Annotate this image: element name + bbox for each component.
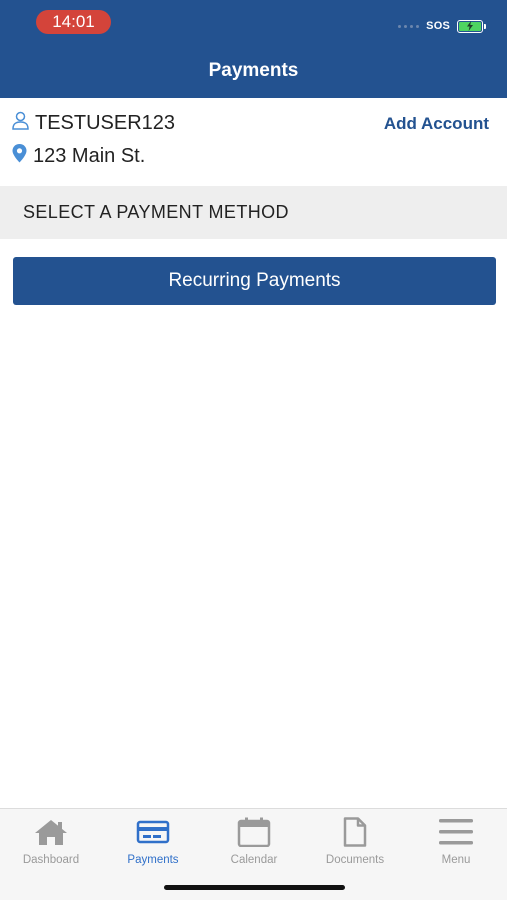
tab-payments[interactable]: Payments	[103, 815, 203, 875]
battery-icon	[457, 19, 486, 33]
app-header: 14:01 SOS Payments	[0, 0, 507, 98]
home-indicator[interactable]	[164, 885, 345, 890]
tab-label: Dashboard	[22, 854, 80, 866]
tab-calendar[interactable]: Calendar	[204, 815, 304, 875]
tab-label: Payments	[127, 854, 179, 866]
payment-method-section-header: SELECT A PAYMENT METHOD	[0, 186, 507, 239]
tab-label: Documents	[325, 854, 385, 866]
account-user-row: TESTUSER123	[12, 111, 175, 135]
credit-card-icon	[136, 815, 170, 849]
calendar-icon	[237, 815, 271, 849]
tab-documents[interactable]: Documents	[305, 815, 405, 875]
account-username: TESTUSER123	[35, 111, 176, 134]
status-time: 14:01	[36, 10, 111, 34]
tab-menu[interactable]: Menu	[406, 815, 506, 875]
tab-label: Menu	[441, 854, 471, 866]
tab-label: Calendar	[230, 854, 278, 866]
status-indicators: SOS	[398, 17, 486, 35]
home-icon	[33, 815, 69, 849]
signal-icon	[398, 24, 420, 28]
payments-screen: 14:01 SOS Payments TESTUSER123 123 Main …	[0, 0, 507, 900]
account-info: TESTUSER123 123 Main St. Add Account	[0, 98, 507, 186]
account-address: 123 Main St.	[33, 144, 146, 167]
location-pin-icon	[12, 144, 27, 168]
page-title: Payments	[208, 60, 299, 81]
carrier-status: SOS	[426, 20, 450, 32]
tab-dashboard[interactable]: Dashboard	[1, 815, 101, 875]
section-title: SELECT A PAYMENT METHOD	[23, 202, 289, 222]
hamburger-menu-icon	[438, 815, 474, 849]
account-address-row: 123 Main St.	[12, 144, 145, 168]
recurring-payments-button[interactable]: Recurring Payments	[13, 257, 496, 305]
add-account-link[interactable]: Add Account	[384, 114, 489, 134]
user-icon	[12, 111, 29, 135]
document-icon	[342, 815, 368, 849]
